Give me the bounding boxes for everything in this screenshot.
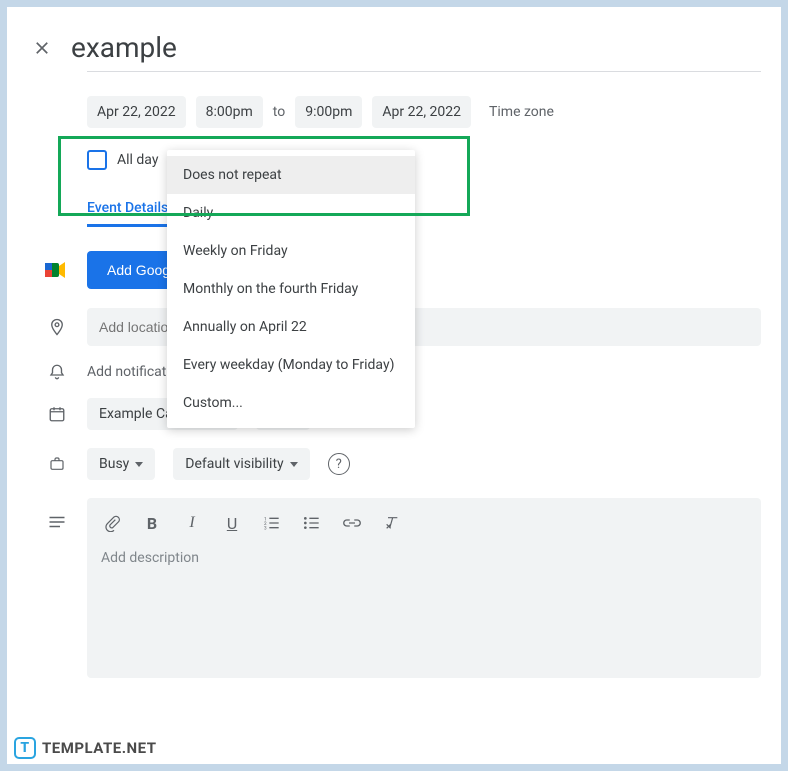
svg-text:3: 3 [264, 526, 267, 530]
recurrence-option-weekly[interactable]: Weekly on Friday [167, 232, 415, 270]
busy-select[interactable]: Busy [87, 448, 155, 480]
visibility-select-label: Default visibility [185, 456, 283, 472]
close-icon[interactable] [31, 37, 53, 59]
caret-down-icon [290, 462, 298, 467]
description-editor[interactable]: B I U 123 Add description [87, 498, 761, 678]
description-row: B I U 123 Add description [87, 498, 761, 678]
recurrence-dropdown: Does not repeat Daily Weekly on Friday M… [167, 150, 415, 428]
title-divider [87, 71, 761, 72]
event-editor-panel: example Apr 22, 2022 8:00pm to 9:00pm Ap… [6, 6, 782, 765]
visibility-row: Busy Default visibility ? [87, 448, 761, 480]
end-date-chip[interactable]: Apr 22, 2022 [372, 96, 471, 128]
caret-down-icon [135, 462, 143, 467]
datetime-row: Apr 22, 2022 8:00pm to 9:00pm Apr 22, 20… [87, 96, 761, 128]
calendar-icon [47, 404, 67, 424]
italic-icon[interactable]: I [183, 514, 201, 532]
bold-icon[interactable]: B [143, 514, 161, 532]
location-pin-icon [47, 317, 67, 337]
watermark-text: TEMPLATE.NET [42, 739, 157, 757]
to-label: to [273, 104, 285, 120]
description-toolbar: B I U 123 [99, 508, 749, 546]
start-time-chip[interactable]: 8:00pm [196, 96, 263, 128]
end-time-chip[interactable]: 9:00pm [295, 96, 362, 128]
google-meet-icon [45, 261, 67, 279]
tab-event-details[interactable]: Event Details [87, 200, 168, 227]
allday-row: All day Does not repeat Daily Weekly on … [87, 150, 761, 170]
description-lines-icon [47, 512, 67, 532]
busy-select-label: Busy [99, 456, 129, 472]
description-placeholder: Add description [99, 546, 749, 570]
bell-icon [47, 362, 67, 382]
recurrence-option-annually[interactable]: Annually on April 22 [167, 308, 415, 346]
visibility-select[interactable]: Default visibility [173, 448, 309, 480]
attach-icon[interactable] [103, 514, 121, 532]
start-date-chip[interactable]: Apr 22, 2022 [87, 96, 186, 128]
clear-formatting-icon[interactable] [383, 514, 401, 532]
allday-label: All day [117, 152, 158, 168]
recurrence-option-weekday[interactable]: Every weekday (Monday to Friday) [167, 346, 415, 384]
help-icon[interactable]: ? [328, 453, 350, 475]
link-icon[interactable] [343, 514, 361, 532]
underline-icon[interactable]: U [223, 514, 241, 532]
numbered-list-icon[interactable]: 123 [263, 514, 281, 532]
watermark-badge-icon: T [14, 737, 36, 759]
recurrence-option-custom[interactable]: Custom... [167, 384, 415, 422]
recurrence-option-does-not-repeat[interactable]: Does not repeat [167, 156, 415, 194]
recurrence-option-monthly[interactable]: Monthly on the fourth Friday [167, 270, 415, 308]
recurrence-option-daily[interactable]: Daily [167, 194, 415, 232]
watermark: T TEMPLATE.NET [14, 737, 157, 759]
event-title-input[interactable]: example [71, 31, 177, 65]
bullet-list-icon[interactable] [303, 514, 321, 532]
briefcase-icon [47, 454, 67, 474]
timezone-link[interactable]: Time zone [489, 104, 554, 120]
allday-checkbox[interactable] [87, 150, 107, 170]
